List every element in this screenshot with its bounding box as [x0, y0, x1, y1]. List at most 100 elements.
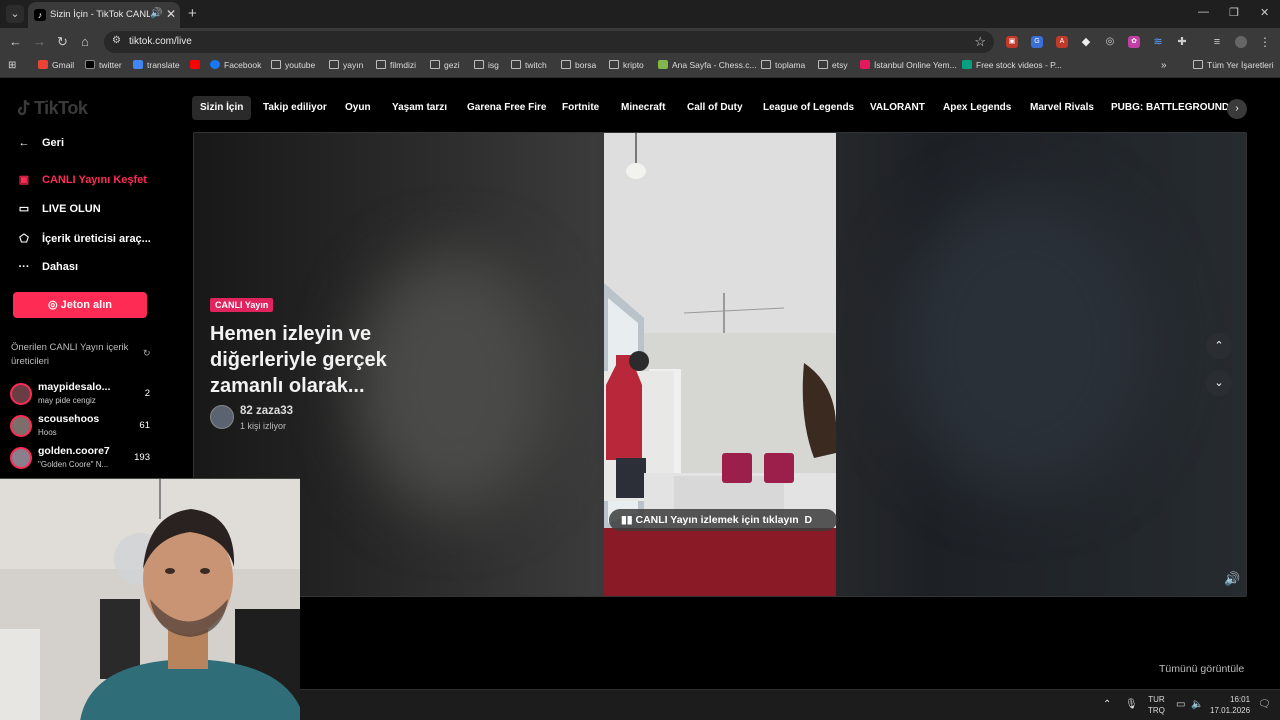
- folder-icon: [329, 60, 339, 69]
- categories-next-icon[interactable]: ›: [1227, 99, 1247, 119]
- bookmark-twitter[interactable]: twitter: [85, 60, 122, 70]
- viewer-count: 61: [139, 420, 150, 431]
- gmail-icon: [38, 60, 48, 69]
- windows-taskbar: ⌃ 🎙 TUR TRQ ▭ 🔈 16:01 17.01.2026 🗨: [300, 689, 1280, 720]
- eye-extension-icon[interactable]: ◎: [1104, 36, 1116, 48]
- tab-free-fire[interactable]: Garena Free Fire: [459, 96, 554, 120]
- bookmark-youtube[interactable]: youtube: [271, 60, 315, 70]
- back-link[interactable]: ← Geri: [16, 137, 65, 149]
- bookmark-youtube-red[interactable]: [190, 60, 204, 70]
- sidebar-item-go-live[interactable]: ▭ LIVE OLUN: [16, 202, 101, 215]
- tab-following[interactable]: Takip ediliyor: [255, 96, 335, 120]
- notifications-icon[interactable]: 🗨: [1258, 699, 1271, 710]
- chess-icon: [658, 60, 668, 69]
- tab-call-of-duty[interactable]: Call of Duty: [679, 96, 751, 120]
- bookmark-isg[interactable]: isg: [474, 60, 499, 70]
- creator-item[interactable]: scousehoos Hoos 61: [10, 413, 152, 441]
- extensions-puzzle-icon[interactable]: ✚: [1176, 36, 1188, 48]
- home-icon[interactable]: ⌂: [81, 34, 89, 49]
- adblock-extension-icon[interactable]: A: [1056, 36, 1068, 48]
- tab-pubg[interactable]: PUBG: BATTLEGROUNDS: [1103, 96, 1244, 120]
- tab-lifestyle[interactable]: Yaşam tarzı: [384, 96, 455, 120]
- bookmark-borsa[interactable]: borsa: [561, 60, 596, 70]
- folder-icon: [376, 60, 386, 69]
- creator-item[interactable]: maypidesalo... may pide cengiz 2: [10, 381, 152, 409]
- bookmark-facebook[interactable]: Facebook: [210, 60, 261, 70]
- sidebar-item-creator-tools[interactable]: ⬠ İçerik üreticisi araç...: [16, 232, 151, 245]
- bookmark-yayin[interactable]: yayın: [329, 60, 363, 70]
- back-arrow-icon[interactable]: ←: [9, 34, 22, 49]
- stream-headline: Hemen izleyin ve diğerleriyle gerçek zam…: [210, 323, 387, 397]
- tab-gaming[interactable]: Oyun: [337, 96, 379, 120]
- language-indicator[interactable]: TUR TRQ: [1148, 694, 1165, 716]
- microphone-icon[interactable]: 🎙: [1125, 699, 1138, 710]
- tab-marvel-rivals[interactable]: Marvel Rivals: [1022, 96, 1102, 120]
- creator-item[interactable]: golden.coore7 "Golden Coore" N... 193: [10, 445, 152, 473]
- browser-menu-icon[interactable]: ⋮: [1259, 36, 1271, 48]
- bookmark-all[interactable]: Tüm Yer İşaretleri: [1193, 60, 1274, 70]
- folder-icon: [818, 60, 828, 69]
- wave-extension-icon[interactable]: ≋: [1152, 36, 1164, 48]
- tab-audio-icon[interactable]: 🔊: [150, 8, 162, 19]
- bookmark-chess[interactable]: Ana Sayfa - Chess.c...: [658, 60, 757, 70]
- sidebar-item-explore-live[interactable]: ▣ CANLI Yayını Keşfet: [16, 173, 147, 186]
- system-clock[interactable]: 16:01 17.01.2026: [1210, 694, 1250, 716]
- tab-search-icon[interactable]: ⌄: [6, 5, 24, 23]
- bookmark-etsy[interactable]: etsy: [818, 60, 848, 70]
- tray-overflow-icon[interactable]: ⌃: [1103, 699, 1111, 710]
- network-icon[interactable]: ▭: [1176, 699, 1185, 710]
- bookmark-toplama[interactable]: toplama: [761, 60, 805, 70]
- suggested-creators-heading: Önerilen CANLI Yayın içerik üreticileri: [11, 342, 129, 367]
- tab-for-you[interactable]: Sizin İçin: [192, 96, 252, 120]
- tab-fortnite[interactable]: Fortnite: [554, 96, 607, 120]
- forward-arrow-icon[interactable]: →: [33, 34, 46, 49]
- volume-icon[interactable]: 🔈: [1191, 699, 1203, 710]
- restore-icon[interactable]: ❐: [1229, 6, 1239, 19]
- purple-extension-icon[interactable]: ✿: [1128, 36, 1140, 48]
- new-tab-icon[interactable]: +: [188, 5, 197, 22]
- tab-minecraft[interactable]: Minecraft: [613, 96, 673, 120]
- bookmark-stock-videos[interactable]: Free stock videos - P...: [962, 60, 1062, 70]
- minimize-icon[interactable]: —: [1198, 6, 1209, 18]
- avatar: [10, 415, 32, 437]
- camera-icon: ▭: [18, 203, 30, 215]
- bookmarks-overflow-icon[interactable]: »: [1161, 60, 1167, 71]
- host-name[interactable]: 82 zaza33: [240, 405, 293, 417]
- bookmark-twitch[interactable]: twitch: [511, 60, 547, 70]
- tab-apex-legends[interactable]: Apex Legends: [935, 96, 1019, 120]
- refresh-icon[interactable]: ↻: [143, 348, 151, 359]
- sidebar-item-more[interactable]: ··· Dahası: [16, 261, 79, 273]
- bookmark-yemek[interactable]: İstanbul Online Yem...: [860, 60, 957, 70]
- translate-extension-icon[interactable]: G: [1031, 36, 1043, 48]
- url-text[interactable]: tiktok.com/live: [129, 36, 192, 47]
- omnibox[interactable]: ⚙ tiktok.com/live ☆: [104, 31, 994, 53]
- profile-avatar-icon[interactable]: [1235, 36, 1247, 48]
- diamond-extension-icon[interactable]: ◆: [1080, 36, 1092, 48]
- get-coins-button[interactable]: ◎ Jeton alın: [13, 292, 147, 318]
- site-info-icon[interactable]: ⚙: [112, 35, 121, 46]
- host-avatar[interactable]: [210, 405, 234, 429]
- sound-icon[interactable]: 🔊: [1224, 571, 1240, 587]
- creator-tools-icon: ⬠: [19, 233, 29, 245]
- next-stream-icon[interactable]: ⌄: [1206, 370, 1232, 396]
- watch-live-button[interactable]: ▮▮ CANLI Yayın izlemek için tıklayın D: [609, 509, 837, 531]
- bookmark-star-icon[interactable]: ☆: [974, 34, 986, 50]
- bookmark-translate[interactable]: translate: [133, 60, 180, 70]
- bookmark-kripto[interactable]: kripto: [609, 60, 644, 70]
- apps-grid-icon[interactable]: ⊞: [8, 60, 16, 71]
- media-control-icon[interactable]: ≡: [1211, 36, 1223, 48]
- see-all-link[interactable]: Tümünü görüntüle: [1159, 663, 1244, 675]
- tab-close-icon[interactable]: ✕: [166, 7, 176, 21]
- tab-league-of-legends[interactable]: League of Legends: [755, 96, 862, 120]
- live-preview-player[interactable]: CANLI Yayın Hemen izleyin ve diğerleriyl…: [193, 132, 1247, 597]
- tab-valorant[interactable]: VALORANT: [862, 96, 933, 120]
- bookmark-filmdizi[interactable]: filmdizi: [376, 60, 416, 70]
- bookmark-gezi[interactable]: gezi: [430, 60, 460, 70]
- previous-stream-icon[interactable]: ⌃: [1206, 333, 1232, 359]
- extension-badge-icon[interactable]: ▣: [1006, 36, 1018, 48]
- browser-tab[interactable]: ♪ Sizin İçin - TikTok CANLI Yayın 🔊 ✕: [28, 2, 180, 28]
- tiktok-logo[interactable]: TikTok: [16, 98, 88, 119]
- bookmark-gmail[interactable]: Gmail: [38, 60, 74, 70]
- reload-icon[interactable]: ↻: [57, 34, 68, 50]
- window-close-icon[interactable]: ✕: [1260, 6, 1269, 19]
